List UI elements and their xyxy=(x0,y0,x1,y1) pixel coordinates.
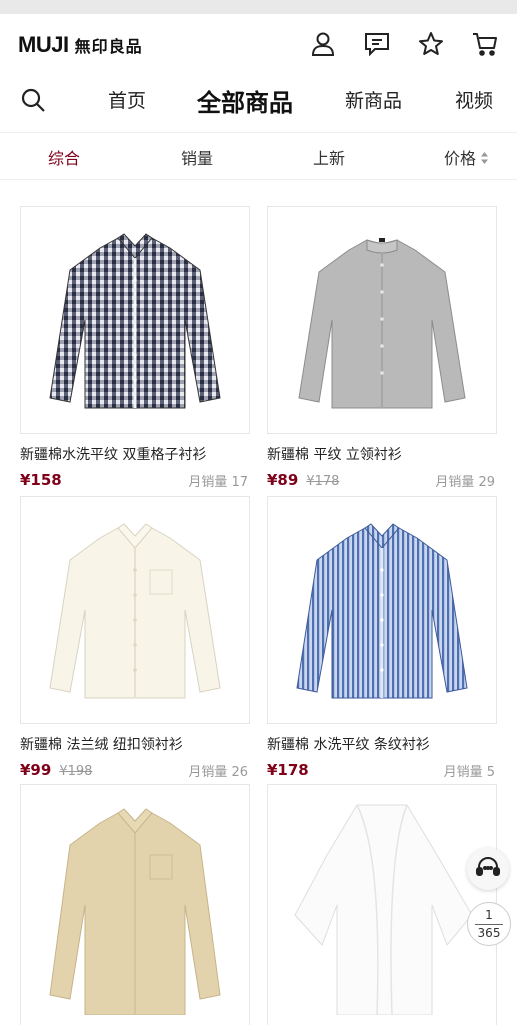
product-name[interactable]: 新疆棉 水洗平纹 条纹衬衫 xyxy=(267,734,497,754)
sort-arrows-icon xyxy=(480,150,489,169)
product-name[interactable]: 新疆棉水洗平纹 双重格子衬衫 xyxy=(20,444,250,464)
monthly-sales: 月销量 5 xyxy=(443,765,495,780)
brand-name-cn: 無印良品 xyxy=(74,37,143,56)
page-indicator[interactable]: 1 365 xyxy=(467,902,511,946)
product-price: ¥89 xyxy=(267,471,299,489)
top-bar: MUJI 無印良品 xyxy=(0,14,517,76)
message-icon[interactable] xyxy=(363,30,391,58)
monthly-sales: 月销量 17 xyxy=(188,475,248,490)
sort-price-label: 价格 xyxy=(444,149,477,168)
product-image[interactable] xyxy=(20,206,250,434)
monthly-sales: 月销量 29 xyxy=(435,475,495,490)
user-icon[interactable] xyxy=(309,30,337,58)
product-card[interactable] xyxy=(267,784,497,1025)
product-image[interactable] xyxy=(267,206,497,434)
sort-comprehensive[interactable]: 综合 xyxy=(48,145,80,169)
monthly-sales: 月销量 26 xyxy=(188,765,248,780)
tab-home[interactable]: 首页 xyxy=(108,86,146,113)
headset-icon xyxy=(475,854,501,884)
product-original-price: ¥178 xyxy=(306,474,340,489)
product-name[interactable]: 新疆棉 法兰绒 纽扣领衬衫 xyxy=(20,734,250,754)
search-icon[interactable] xyxy=(20,87,46,117)
tab-all-products[interactable]: 全部商品 xyxy=(197,83,293,118)
current-page: 1 xyxy=(485,907,493,922)
product-card[interactable] xyxy=(20,784,250,1025)
product-image[interactable] xyxy=(20,496,250,724)
category-nav: 首页 全部商品 新商品 视频 xyxy=(0,76,517,126)
cart-icon[interactable] xyxy=(471,30,499,58)
product-card[interactable]: 新疆棉水洗平纹 双重格子衬衫 ¥158 月销量 17 xyxy=(20,206,250,490)
sort-newest[interactable]: 上新 xyxy=(313,145,345,169)
product-name[interactable]: 新疆棉 平纹 立领衬衫 xyxy=(267,444,497,464)
product-image[interactable] xyxy=(20,784,250,1025)
product-price: ¥178 xyxy=(267,761,309,779)
product-original-price: ¥198 xyxy=(59,764,93,779)
sort-bar: 综合 销量 上新 价格 xyxy=(0,132,517,180)
product-card[interactable]: 新疆棉 水洗平纹 条纹衬衫 ¥178 月销量 5 xyxy=(267,496,497,780)
tab-video[interactable]: 视频 xyxy=(455,86,493,113)
muji-logo[interactable]: MUJI 無印良品 xyxy=(18,32,143,58)
product-image[interactable] xyxy=(267,784,497,1025)
brand-name: MUJI xyxy=(18,32,69,57)
customer-service-button[interactable] xyxy=(467,848,509,890)
pager-divider xyxy=(475,923,503,925)
product-price: ¥158 xyxy=(20,471,62,489)
status-strip xyxy=(0,0,517,14)
product-card[interactable]: 新疆棉 法兰绒 纽扣领衬衫 ¥99 ¥198 月销量 26 xyxy=(20,496,250,780)
product-price: ¥99 xyxy=(20,761,52,779)
total-pages: 365 xyxy=(477,925,501,940)
product-card[interactable]: 新疆棉 平纹 立领衬衫 ¥89 ¥178 月销量 29 xyxy=(267,206,497,490)
sort-sales[interactable]: 销量 xyxy=(181,145,213,169)
product-image[interactable] xyxy=(267,496,497,724)
sort-price[interactable]: 价格 xyxy=(444,145,489,169)
tab-new-products[interactable]: 新商品 xyxy=(345,86,402,113)
star-icon[interactable] xyxy=(417,30,445,58)
